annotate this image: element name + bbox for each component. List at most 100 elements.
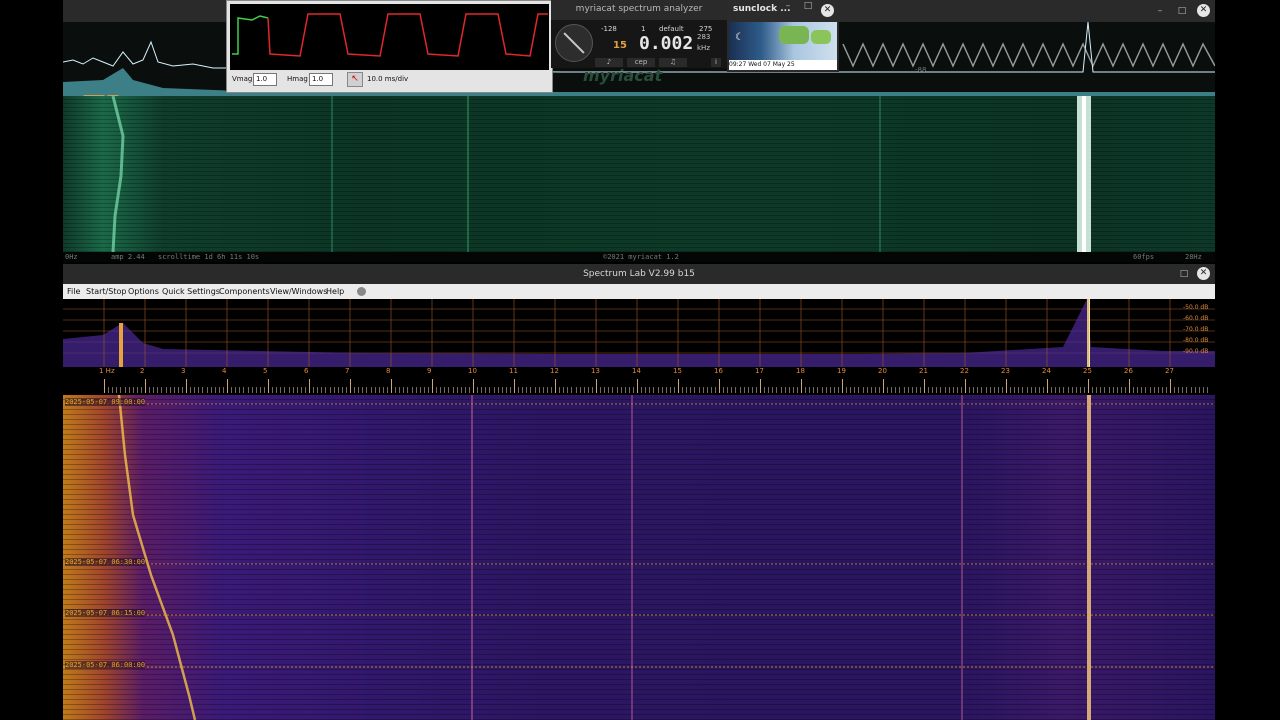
frequency-minor-tick — [1034, 387, 1036, 393]
frequency-minor-tick — [239, 387, 241, 393]
frequency-minor-tick — [866, 387, 868, 393]
maximize-button[interactable]: □ — [1175, 0, 1189, 22]
hmag-input[interactable]: 1.0 — [309, 73, 333, 86]
frequency-minor-tick — [858, 387, 860, 393]
frequency-minor-tick — [698, 387, 700, 393]
frequency-minor-tick — [891, 387, 893, 393]
waterfall-timestamp: 2025-05-07 06:15:00 — [65, 609, 146, 617]
frequency-tick-label: 8 — [386, 367, 391, 375]
minimize-button[interactable]: – — [1153, 0, 1167, 22]
frequency-minor-tick — [1206, 387, 1208, 393]
frequency-minor-tick — [386, 387, 388, 393]
sunclock-close-button[interactable]: ✕ — [821, 4, 834, 17]
frequency-minor-tick — [1071, 387, 1073, 393]
frequency-minor-tick — [280, 387, 282, 393]
frequency-minor-tick — [288, 387, 290, 393]
frequency-minor-tick — [358, 387, 360, 393]
frequency-minor-tick — [1133, 387, 1135, 393]
menu-view-windows[interactable]: View/Windows — [270, 284, 327, 299]
frequency-minor-tick — [370, 387, 372, 393]
waterfall-traces — [111, 96, 1091, 252]
waterfall-timestamp: 2025-05-07 06:00:00 — [65, 661, 146, 669]
frequency-minor-tick — [1141, 387, 1143, 393]
spectrumlab-close-button[interactable]: ✕ — [1197, 267, 1210, 280]
frequency-minor-tick — [731, 387, 733, 393]
menu-help[interactable]: Help — [326, 284, 344, 299]
frequency-minor-tick — [563, 387, 565, 393]
sunclock-minimize-button[interactable]: – — [781, 0, 795, 17]
status-fps: 60fps — [1133, 253, 1155, 261]
close-button[interactable]: ✕ — [1197, 4, 1210, 17]
world-map[interactable]: ☾ — [729, 22, 837, 60]
db-label: -70.0 dB — [1183, 326, 1209, 333]
frequency-major-tick — [145, 379, 146, 393]
myriacat-waterfall — [63, 96, 1215, 252]
frequency-tick-label: 26 — [1124, 367, 1133, 375]
frequency-minor-tick — [460, 387, 462, 393]
frequency-minor-tick — [153, 387, 155, 393]
frequency-minor-tick — [788, 387, 790, 393]
frequency-minor-tick — [231, 387, 233, 393]
info-button[interactable]: i — [711, 58, 721, 67]
frequency-minor-tick — [411, 387, 413, 393]
panel-preset[interactable]: default — [659, 25, 684, 33]
frequency-major-tick — [391, 379, 392, 393]
frequency-tick-label: 5 — [263, 367, 268, 375]
frequency-minor-tick — [120, 387, 122, 393]
frequency-major-tick — [637, 379, 638, 393]
frequency-minor-tick — [304, 387, 306, 393]
frequency-minor-tick — [354, 387, 356, 393]
frequency-minor-tick — [764, 387, 766, 393]
frequency-minor-tick — [1104, 387, 1106, 393]
spectrumlab-window: Spectrum Lab V2.99 b15 □ ✕ File Start/St… — [63, 264, 1215, 720]
frequency-minor-tick — [669, 387, 671, 393]
pointer-icon[interactable]: ↖ — [347, 72, 363, 87]
frequency-minor-tick — [854, 387, 856, 393]
frequency-minor-tick — [456, 387, 458, 393]
sunclock-maximize-button[interactable]: □ — [801, 0, 815, 17]
frequency-minor-tick — [173, 387, 175, 393]
gain-knob[interactable] — [555, 24, 593, 62]
frequency-major-tick — [555, 379, 556, 393]
frequency-minor-tick — [772, 387, 774, 393]
cep-button[interactable]: cep — [627, 58, 655, 67]
spectrumlab-maximize-button[interactable]: □ — [1177, 264, 1191, 285]
frequency-minor-tick — [624, 387, 626, 393]
frequency-major-tick — [596, 379, 597, 393]
frequency-minor-tick — [534, 387, 536, 393]
frequency-minor-tick — [747, 387, 749, 393]
menu-options[interactable]: Options — [128, 284, 159, 299]
oscilloscope-plot — [230, 4, 549, 70]
frequency-minor-tick — [1116, 387, 1118, 393]
frequency-minor-tick — [657, 387, 659, 393]
frequency-minor-tick — [1001, 387, 1003, 393]
frequency-minor-tick — [452, 387, 454, 393]
frequency-minor-tick — [1186, 387, 1188, 393]
frequency-minor-tick — [575, 387, 577, 393]
menu-quick-settings[interactable]: Quick Settings — [162, 284, 220, 299]
frequency-minor-tick — [440, 387, 442, 393]
frequency-minor-tick — [333, 387, 335, 393]
frequency-minor-tick — [780, 387, 782, 393]
frequency-minor-tick — [198, 387, 200, 393]
frequency-major-tick — [924, 379, 925, 393]
note-button-1[interactable]: ♪ — [595, 58, 623, 67]
menu-file[interactable]: File — [67, 284, 80, 299]
note-button-2[interactable]: ♫ — [659, 58, 687, 67]
frequency-minor-tick — [255, 387, 257, 393]
frequency-minor-tick — [329, 387, 331, 393]
frequency-minor-tick — [501, 387, 503, 393]
frequency-minor-tick — [477, 387, 479, 393]
frequency-minor-tick — [878, 387, 880, 393]
menu-start-stop[interactable]: Start/Stop — [86, 284, 126, 299]
spectrumlab-titlebar[interactable]: Spectrum Lab V2.99 b15 □ ✕ — [63, 264, 1215, 284]
frequency-minor-tick — [1182, 387, 1184, 393]
vmag-input[interactable]: 1.0 — [253, 73, 277, 86]
frequency-minor-tick — [1075, 387, 1077, 393]
frequency-tick-label: 27 — [1165, 367, 1174, 375]
frequency-minor-tick — [768, 387, 770, 393]
record-indicator-icon[interactable] — [357, 287, 366, 296]
frequency-minor-tick — [1038, 387, 1040, 393]
menu-components[interactable]: Components — [219, 284, 270, 299]
frequency-minor-tick — [936, 387, 938, 393]
